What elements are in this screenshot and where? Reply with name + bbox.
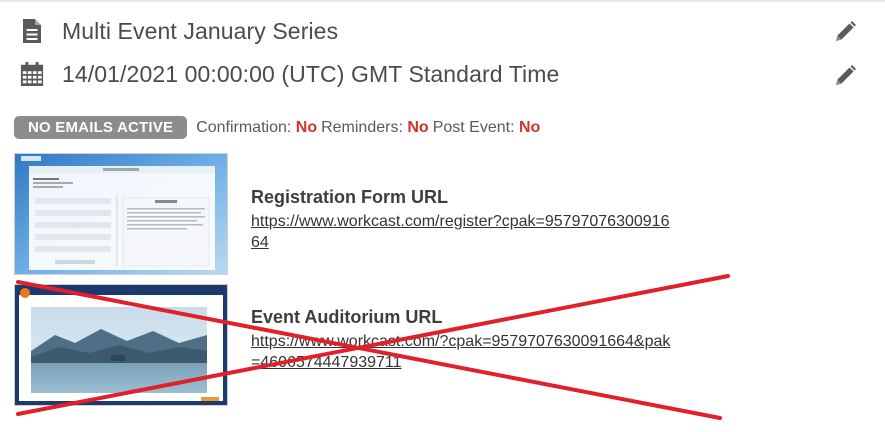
confirmation-label: Confirmation: — [196, 118, 292, 136]
event-title-row: Multi Event January Series — [20, 17, 338, 45]
registration-url-link[interactable]: https://www.workcast.com/register?cpak=9… — [251, 211, 671, 253]
auditorium-page-thumbnail[interactable] — [14, 284, 228, 406]
event-date: 14/01/2021 00:00:00 (UTC) GMT Standard T… — [62, 60, 560, 87]
event-title: Multi Event January Series — [62, 17, 339, 44]
calendar-icon — [20, 60, 44, 88]
reminders-label: Reminders: — [321, 118, 403, 136]
email-status-row: NO EMAILS ACTIVE Confirmation: No Remind… — [14, 116, 544, 139]
registration-page-thumbnail[interactable] — [14, 153, 228, 275]
edit-date-pencil-icon[interactable] — [833, 64, 857, 88]
confirmation-value: No — [295, 118, 318, 136]
edit-title-pencil-icon[interactable] — [833, 20, 857, 44]
auditorium-url-link[interactable]: https://www.workcast.com/?cpak=957970763… — [251, 331, 671, 373]
post-event-value: No — [518, 118, 541, 136]
reminders-value: No — [407, 118, 429, 136]
registration-url-block: Registration Form URL https://www.workca… — [251, 187, 671, 253]
post-event-label: Post Event: — [432, 118, 515, 136]
no-emails-badge: NO EMAILS ACTIVE — [14, 116, 188, 139]
auditorium-title: Event Auditorium URL — [251, 307, 443, 327]
registration-title: Registration Form URL — [251, 187, 449, 207]
top-divider — [0, 0, 885, 2]
document-icon — [20, 17, 44, 45]
event-date-row: 14/01/2021 00:00:00 (UTC) GMT Standard T… — [20, 60, 559, 88]
auditorium-url-block: Event Auditorium URL https://www.workcas… — [251, 307, 671, 373]
